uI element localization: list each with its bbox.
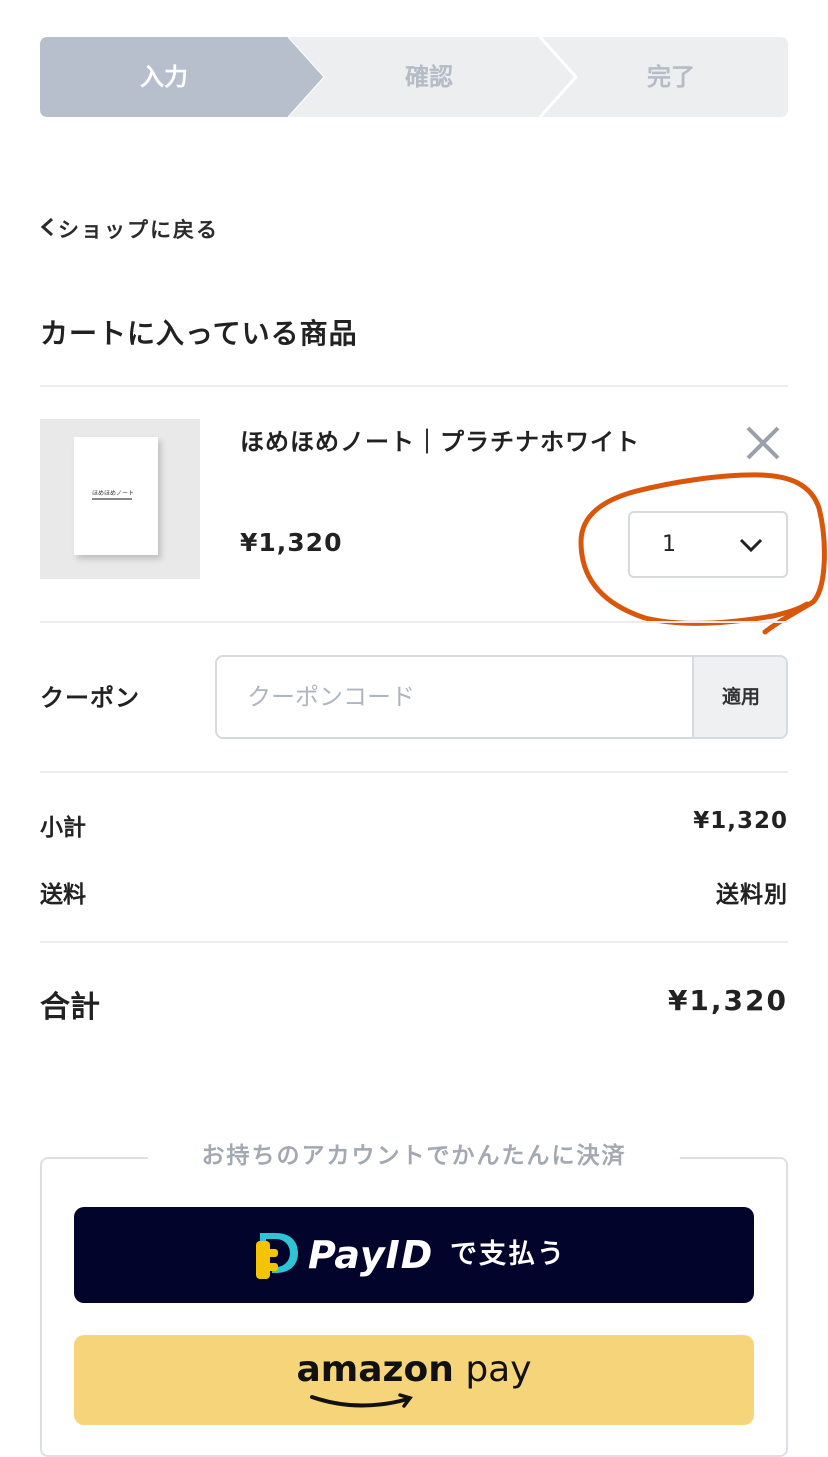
subtotal-value: ¥1,320	[693, 808, 788, 834]
chevron-left-icon	[40, 212, 54, 248]
payid-brand-text: PayID	[308, 1233, 434, 1277]
checkout-stepper: 入力 確認 完了	[40, 37, 788, 117]
divider	[40, 771, 788, 773]
product-thumbnail[interactable]: ほめほめノート	[40, 419, 200, 579]
product-name[interactable]: ほめほめノート｜プラチナホワイト	[240, 422, 640, 457]
back-to-shop-link[interactable]: ショップに戻る	[40, 212, 219, 248]
payid-logo-icon	[254, 1229, 300, 1281]
amazon-pay-logo-text: amazon pay	[74, 1349, 754, 1390]
step-confirm: 確認	[405, 63, 453, 91]
payid-button[interactable]: PayID で支払う	[74, 1207, 754, 1303]
payid-suffix-text: で支払う	[450, 1239, 566, 1270]
divider	[40, 385, 788, 387]
annotation-circle	[575, 470, 828, 635]
remove-item-icon[interactable]	[744, 424, 782, 462]
product-price: ¥1,320	[240, 528, 343, 557]
coupon-apply-button[interactable]: 適用	[692, 657, 786, 737]
back-link-label: ショップに戻る	[58, 218, 219, 242]
subtotal-label: 小計	[40, 815, 86, 841]
amazon-pay-button[interactable]: amazon pay	[74, 1335, 754, 1425]
coupon-field-group: 適用	[215, 655, 788, 739]
notebook-image: ほめほめノート	[74, 437, 158, 555]
notebook-cover-text: ほめほめノート	[92, 490, 135, 497]
divider	[40, 621, 788, 623]
amazon-brand-text: amazon	[296, 1349, 454, 1390]
step-input: 入力	[140, 63, 188, 91]
total-value: ¥1,320	[667, 984, 788, 1017]
shipping-label: 送料	[40, 882, 86, 908]
shipping-value: 送料別	[716, 882, 788, 908]
step-complete: 完了	[647, 63, 695, 91]
amazon-smile-icon	[308, 1391, 428, 1411]
coupon-label: クーポン	[40, 684, 140, 712]
quick-payment-legend: お持ちのアカウントでかんたんに決済	[148, 1138, 680, 1174]
total-label: 合計	[40, 990, 100, 1025]
cart-title: カートに入っている商品	[40, 317, 358, 350]
amazon-pay-suffix: pay	[465, 1349, 532, 1390]
coupon-code-input[interactable]	[217, 657, 692, 737]
divider	[40, 941, 788, 943]
